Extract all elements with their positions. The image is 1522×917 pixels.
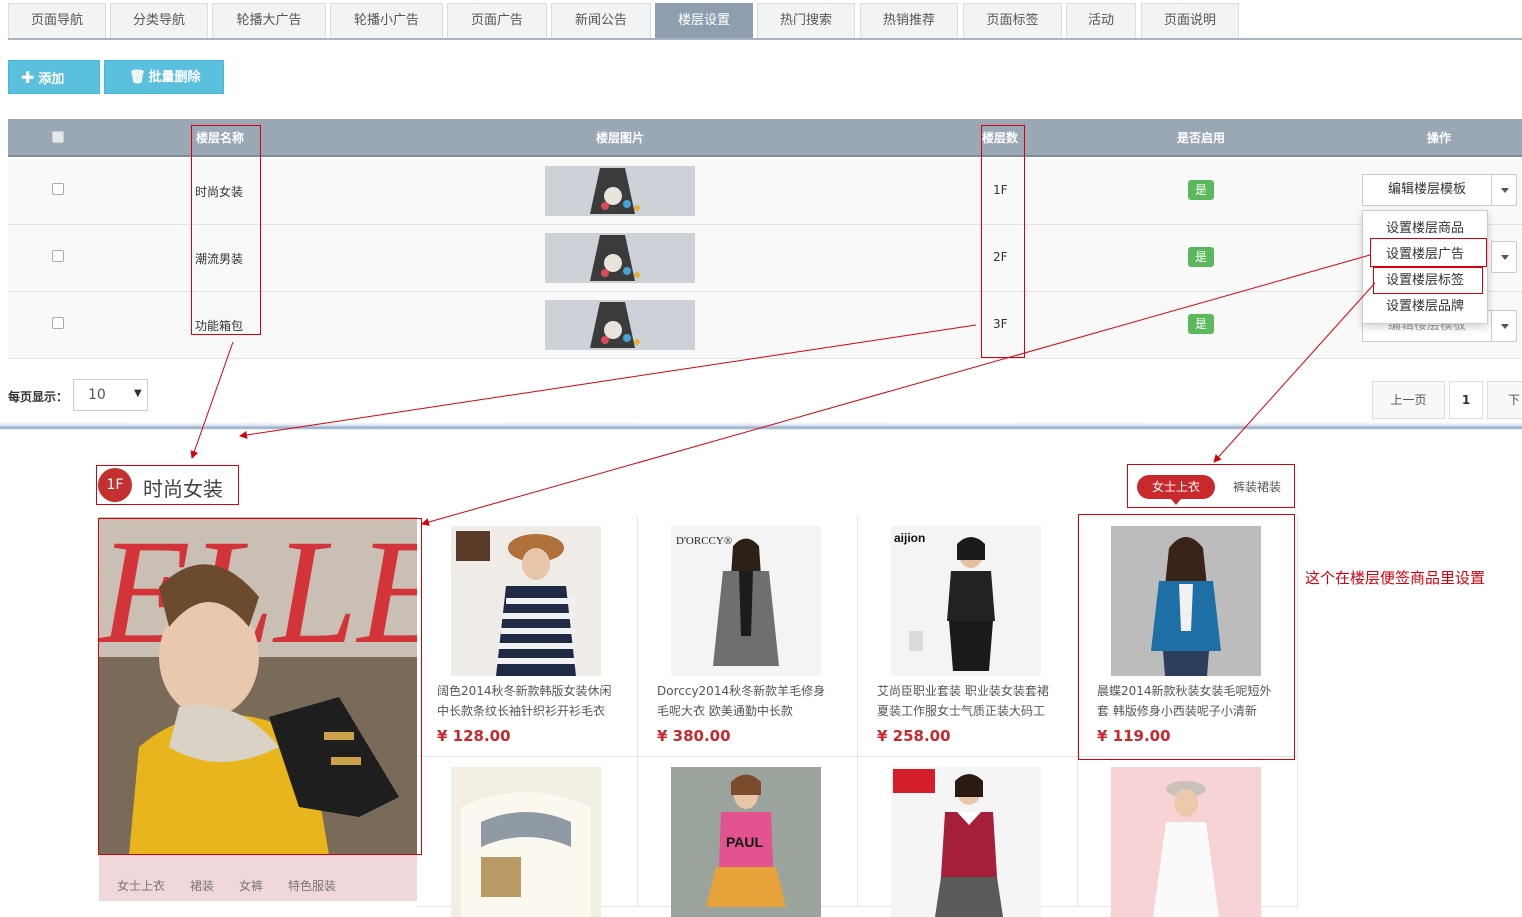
annotation-arrows (190, 254, 1376, 526)
